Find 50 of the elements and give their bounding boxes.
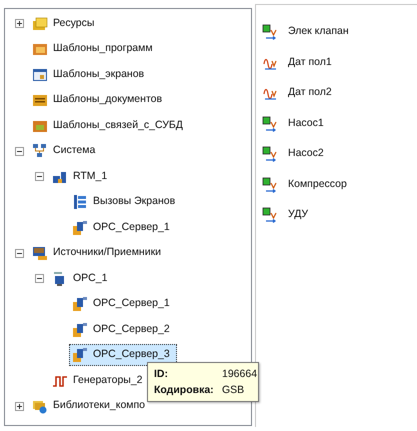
network-icon xyxy=(32,143,48,160)
tree-item[interactable]: Шаблоны_программ xyxy=(29,38,160,60)
collapse-toggle[interactable] xyxy=(14,146,24,156)
tree-item[interactable]: Шаблоны_связей_с_СУБД xyxy=(29,114,190,137)
list-icon xyxy=(72,194,88,210)
block-icon xyxy=(262,176,278,193)
library-icon xyxy=(32,398,48,414)
block-icon xyxy=(262,146,278,162)
collapse-toggle[interactable] xyxy=(14,248,24,258)
server-icon xyxy=(72,220,88,236)
block-icon xyxy=(262,116,278,132)
tree-item[interactable]: Библиотеки_компо xyxy=(29,395,152,418)
expand-toggle[interactable] xyxy=(14,19,24,28)
list-item[interactable]: Насос1 xyxy=(262,108,417,139)
window-icon xyxy=(32,66,48,83)
tree-item[interactable]: Ресурсы xyxy=(29,12,102,35)
template-icon xyxy=(32,41,48,58)
list-item[interactable]: Компрессор xyxy=(262,170,417,200)
tree-item[interactable]: Система xyxy=(29,140,102,162)
list-item[interactable]: Дат пол1 xyxy=(262,48,417,78)
collapse-toggle[interactable] xyxy=(34,172,44,182)
list-item[interactable]: Элек клапан xyxy=(262,17,417,48)
tree-item[interactable]: Источники/Приемники xyxy=(29,242,168,264)
folder-icon xyxy=(32,16,48,32)
tooltip-key: Кодировка: xyxy=(154,382,222,398)
list-item[interactable]: Насос2 xyxy=(262,139,417,170)
list-item[interactable]: Дат пол2 xyxy=(262,78,417,108)
tree-item[interactable]: OPC_Сервер_2 xyxy=(69,318,177,341)
tree-item[interactable]: Шаблоны_документов xyxy=(29,89,170,112)
tree-item[interactable]: Вызовы Экранов xyxy=(69,191,182,214)
tree-item[interactable]: Генераторы_2 xyxy=(49,370,150,392)
tree-item[interactable]: Шаблоны_экранов xyxy=(29,64,152,86)
expand-toggle[interactable] xyxy=(14,402,24,411)
tree-item[interactable]: RTM_1 xyxy=(49,166,114,188)
server-icon xyxy=(72,347,88,364)
tooltip-value: GSB xyxy=(222,383,244,398)
block-icon xyxy=(262,207,278,224)
tree-item[interactable]: OPC_1 xyxy=(49,268,114,290)
block-icon xyxy=(262,24,278,40)
document-stack-icon xyxy=(32,92,48,108)
tree-item[interactable]: OPC_Сервер_3 xyxy=(69,344,177,366)
tree-item[interactable]: OPC_Сервер_1 xyxy=(69,293,177,316)
monitor-icon xyxy=(32,245,48,262)
list-item[interactable]: УДУ xyxy=(262,200,417,230)
server-icon xyxy=(72,296,88,312)
tooltip-key: ID: xyxy=(154,366,222,382)
collapse-toggle[interactable] xyxy=(34,274,44,284)
server-icon xyxy=(72,322,88,338)
tooltip-value: 196664 xyxy=(222,367,258,382)
tree-item[interactable]: OPC_Сервер_1 xyxy=(69,216,177,239)
